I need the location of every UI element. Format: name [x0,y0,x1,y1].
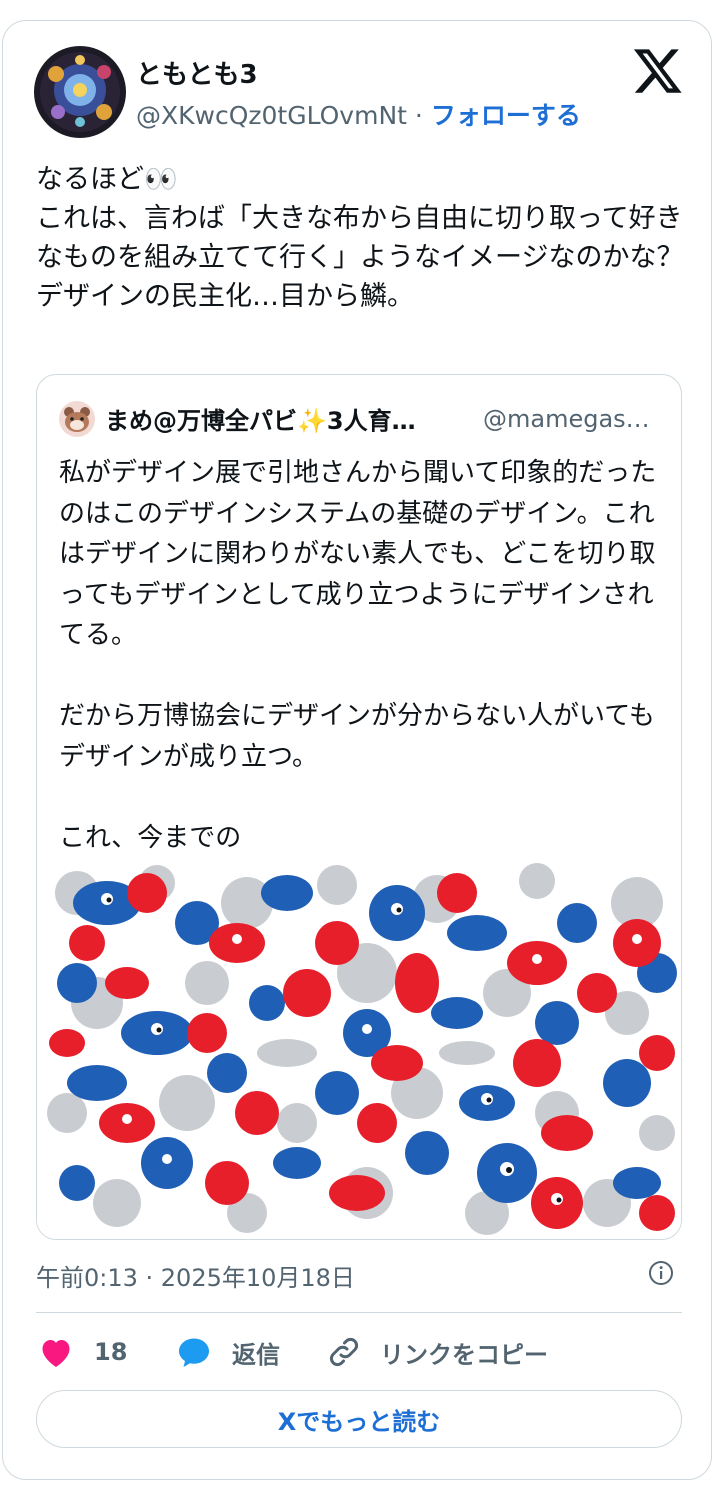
divider [36,1312,682,1313]
info-icon[interactable] [648,1260,674,1286]
follow-button[interactable]: フォローする [431,101,581,130]
quoted-pattern-image[interactable] [37,863,681,1239]
tweet-text: なるほど👀 これは、言わば「大きな布から自由に切り取って好きなものを組み立てて行… [36,164,684,312]
quoted-author-handle[interactable]: @mamegas… [483,405,650,433]
separator-dot: · [414,101,423,130]
like-count: 18 [94,1338,128,1366]
author-name[interactable]: ともとも3 [136,54,258,91]
read-more-button[interactable]: Xでもっと読む [36,1390,682,1448]
like-button[interactable]: 18 [38,1334,127,1370]
author-handle[interactable]: @XKwcQz0tGLOvmNt [136,101,407,130]
copy-link-label: リンクをコピー [380,1340,548,1369]
copy-link-button[interactable]: リンクをコピー [326,1334,548,1370]
author-avatar[interactable] [34,46,126,138]
link-icon [326,1334,362,1370]
quoted-author-name[interactable]: まめ@万博全パビ✨3人育… [105,401,416,436]
x-logo-icon[interactable] [632,44,684,96]
quoted-author-avatar[interactable] [59,401,95,437]
heart-icon [38,1335,74,1369]
author-handle-row: @XKwcQz0tGLOvmNt · フォローする [136,96,581,132]
tweet-timestamp[interactable]: 午前0:13 · 2025年10月18日 [36,1258,355,1293]
reply-button[interactable]: 返信 [176,1334,280,1370]
reply-bubble-icon [176,1335,212,1369]
quoted-tweet[interactable]: まめ@万博全パビ✨3人育… @mamegas… 私がデザイン展で引地さんから聞い… [36,374,682,1240]
quoted-text: 私がデザイン展で引地さんから聞いて印象的だったのはこのデザインシステムの基礎のデ… [59,458,657,853]
reply-label: 返信 [232,1340,280,1369]
